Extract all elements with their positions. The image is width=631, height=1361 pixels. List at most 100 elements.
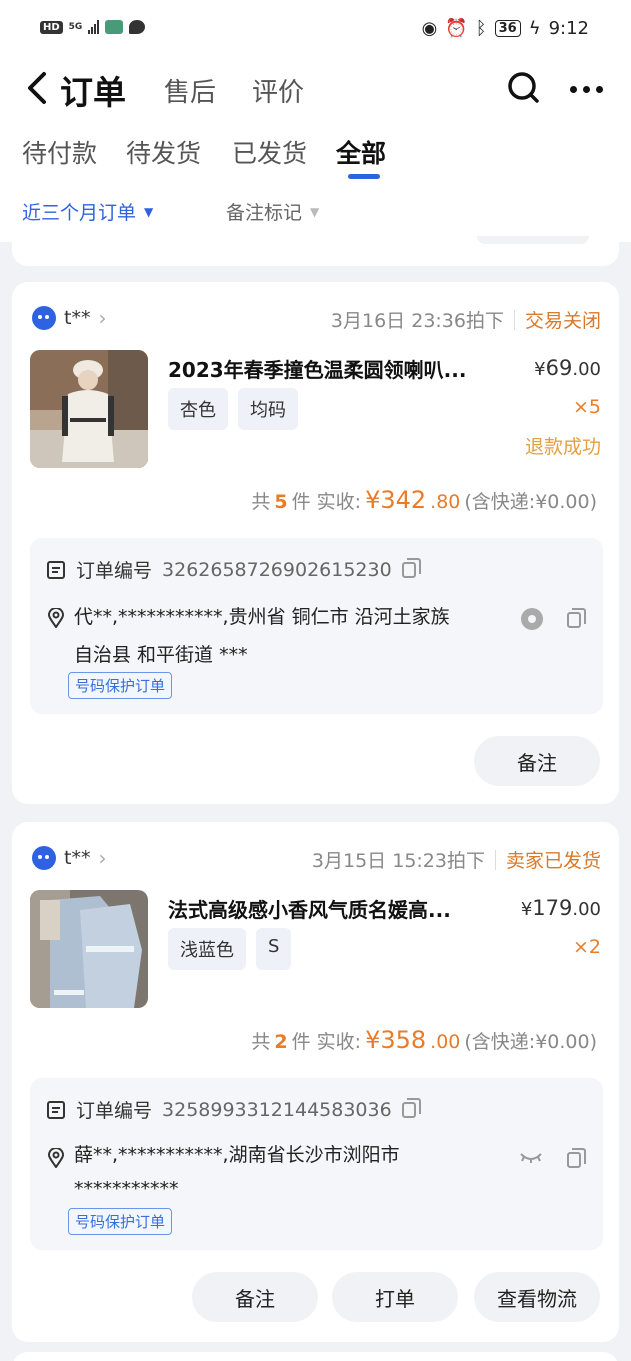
amount-decimal: .00 (430, 1031, 461, 1053)
divider (494, 849, 496, 870)
shipping-address: 代**,***********,贵州省 铜仁市 沿河土家族 自治县 和平街道 *… (74, 598, 514, 674)
search-icon[interactable] (506, 68, 542, 108)
header: HD 5G ◉ ⏰ ᛒ 36 ϟ 9:12 订单 售后 评价 待付款 待发货 已… (0, 0, 631, 242)
battery-icon: 36 (494, 20, 521, 37)
chevron-right-icon: › (98, 846, 107, 870)
remark-button[interactable]: 备注 (474, 736, 600, 786)
product-options: 杏色 均码 (168, 388, 298, 430)
tab-all[interactable]: 全部 (336, 134, 386, 170)
option-color: 杏色 (168, 388, 228, 430)
app-notification-icon (105, 20, 124, 34)
clock: 9:12 (548, 18, 589, 39)
signal-icon (88, 20, 100, 34)
tab-reviews[interactable]: 评价 (252, 72, 304, 109)
shipping-address: 薛**,***********,湖南省长沙市浏阳市 *********** (74, 1138, 514, 1206)
chevron-right-icon: › (98, 306, 107, 330)
order-info-panel: 订单编号 3262658726902615230 代**,***********… (30, 538, 603, 714)
tab-after-sales[interactable]: 售后 (164, 72, 216, 109)
previous-order-card (12, 236, 619, 266)
message-icon (129, 20, 146, 34)
more-icon[interactable] (570, 74, 614, 104)
count-suffix: 件 实收: (291, 1031, 362, 1053)
product-image[interactable] (30, 350, 148, 468)
copy-order-number-icon[interactable] (401, 557, 421, 578)
copy-order-number-icon[interactable] (401, 1097, 421, 1118)
remark-flag-label: 备注标记 (226, 202, 303, 224)
previous-card-button[interactable] (477, 236, 589, 244)
refund-status[interactable]: 退款成功 (525, 432, 601, 459)
order-time: 3月16日 23:36拍下 (330, 310, 504, 332)
remark-button[interactable]: 备注 (192, 1272, 318, 1322)
view-logistics-button[interactable]: 查看物流 (474, 1272, 600, 1322)
price-decimal: .00 (572, 899, 601, 920)
caret-down-icon: ▼ (310, 204, 320, 219)
order-card: t** › 3月15日 15:23拍下 卖家已发货 法式高级感小香风气质名媛高.… (12, 822, 619, 1342)
copy-address-icon[interactable] (567, 1148, 586, 1168)
amount-decimal: .80 (430, 491, 461, 513)
eye-icon: ◉ (421, 17, 438, 39)
date-range-filter[interactable]: 近三个月订单 ▼ (22, 198, 153, 225)
bluetooth-icon: ᛒ (475, 17, 487, 39)
product-image[interactable] (30, 890, 148, 1008)
item-count: 5 (274, 491, 288, 513)
order-summary: 共 2 件 实收: ¥358.00 (含快递:¥0.00) (251, 1026, 597, 1054)
alarm-icon: ⏰ (445, 17, 468, 39)
order-number-icon (47, 1100, 65, 1119)
charging-icon: ϟ (528, 17, 541, 39)
shop-logo-icon (32, 846, 56, 870)
tab-pending-shipment[interactable]: 待发货 (126, 134, 201, 170)
remark-flag-filter[interactable]: 备注标记 ▼ (226, 198, 319, 225)
filter-bar: 近三个月订单 ▼ 备注标记 ▼ (0, 190, 631, 234)
order-status-tabs: 待付款 待发货 已发货 全部 (0, 128, 631, 182)
order-info-panel: 订单编号 3258993312144583036 薛**,***********… (30, 1078, 603, 1250)
number-protection-tag: 号码保护订单 (68, 1208, 173, 1235)
address-line: 代**,***********,贵州省 铜仁市 沿河土家族 (74, 606, 450, 628)
order-status: 卖家已发货 (505, 850, 601, 872)
order-number: 3258993312144583036 (162, 1098, 392, 1121)
count-prefix: 共 (251, 1031, 271, 1053)
order-number-icon (47, 560, 65, 579)
shop-link[interactable]: t** › (32, 846, 106, 870)
page-title: 订单 (60, 73, 126, 112)
back-arrow-icon[interactable] (24, 68, 54, 108)
date-range-label: 近三个月订单 (22, 202, 137, 224)
currency-symbol: ¥ (520, 899, 533, 920)
product-title[interactable]: 2023年春季撞色温柔圆领喇叭... (168, 354, 508, 383)
order-status: 交易关闭 (524, 310, 601, 332)
amount-received: ¥358 (365, 1026, 427, 1054)
item-count: 2 (274, 1031, 288, 1053)
show-address-eye-icon[interactable] (521, 608, 543, 630)
active-tab-indicator (348, 174, 380, 179)
shop-name: t** (64, 307, 91, 329)
tab-pending-payment[interactable]: 待付款 (22, 134, 97, 170)
hide-address-eye-icon[interactable] (519, 1152, 543, 1164)
shop-link[interactable]: t** › (32, 306, 106, 330)
count-prefix: 共 (251, 491, 271, 513)
unit-price: ¥179.00 (521, 896, 601, 920)
quantity: ×2 (572, 936, 601, 958)
nav-bar: 订单 售后 评价 (0, 60, 631, 116)
tab-shipped[interactable]: 已发货 (232, 134, 307, 170)
option-size: 均码 (238, 388, 298, 430)
address-line: *********** (74, 1178, 179, 1200)
copy-address-icon[interactable] (567, 608, 586, 628)
quantity: ×5 (572, 396, 601, 418)
order-card: t** › 3月16日 23:36拍下 交易关闭 2023年春季撞色温柔圆领喇叭… (12, 282, 619, 804)
unit-price: ¥69.00 (534, 356, 601, 380)
address-line: 薛**,***********,湖南省长沙市浏阳市 (74, 1144, 400, 1166)
print-order-button[interactable]: 打单 (332, 1272, 458, 1322)
shop-logo-icon (32, 306, 56, 330)
location-pin-icon (48, 1148, 64, 1168)
option-size: S (256, 928, 292, 970)
amount-received: ¥342 (365, 486, 427, 514)
price-integer: 179 (532, 896, 573, 920)
order-number-label: 订单编号 (76, 1100, 153, 1122)
order-time: 3月15日 15:23拍下 (311, 850, 485, 872)
product-title[interactable]: 法式高级感小香风气质名媛高... (168, 894, 488, 923)
order-number-label: 订单编号 (76, 560, 153, 582)
caret-down-icon: ▼ (144, 204, 154, 219)
number-protection-tag: 号码保护订单 (68, 672, 173, 699)
option-color: 浅蓝色 (168, 928, 246, 970)
network-type: 5G (68, 22, 83, 32)
next-order-card (12, 1352, 619, 1361)
